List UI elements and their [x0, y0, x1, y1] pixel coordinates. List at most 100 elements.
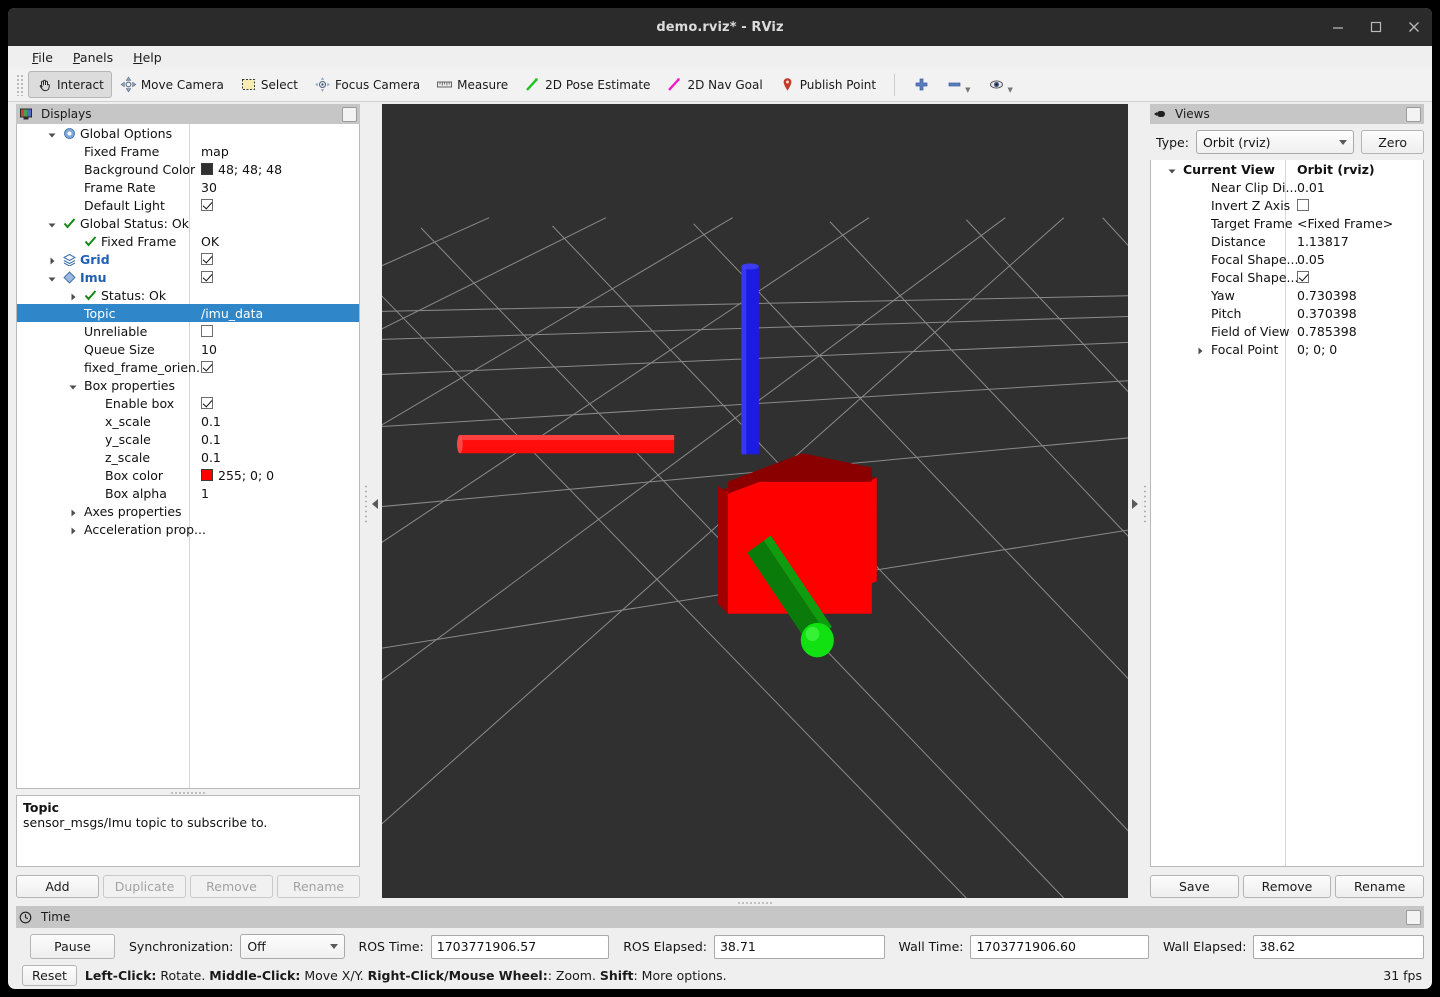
zero-button[interactable]: Zero: [1361, 130, 1424, 154]
tool-2d-nav-goal[interactable]: 2D Nav Goal: [658, 71, 770, 98]
save-view-button[interactable]: Save: [1150, 875, 1239, 898]
tree-row-value[interactable]: 0; 0; 0: [1297, 342, 1337, 357]
tree-row[interactable]: Focal Shape... 0.05: [1151, 250, 1423, 268]
chevron-right-icon[interactable]: [68, 506, 78, 517]
tree-row-value[interactable]: <Fixed Frame>: [1297, 216, 1393, 231]
tree-row[interactable]: Frame Rate 30: [17, 178, 359, 196]
tree-row-value[interactable]: 1: [201, 486, 209, 501]
checkbox[interactable]: [201, 199, 213, 211]
tree-row[interactable]: Queue Size 10: [17, 340, 359, 358]
tool-add-tool[interactable]: [905, 71, 938, 98]
tree-row[interactable]: fixed_frame_orien...: [17, 358, 359, 376]
color-swatch[interactable]: [201, 469, 213, 481]
tree-row[interactable]: Unreliable: [17, 322, 359, 340]
tree-row[interactable]: Imu: [17, 268, 359, 286]
tree-row-value[interactable]: [201, 325, 213, 337]
tree-row-value[interactable]: 0.1: [201, 432, 221, 447]
tool-select[interactable]: Select: [232, 71, 306, 98]
wall-time-input[interactable]: 1703771906.60: [970, 934, 1149, 959]
maximize-icon[interactable]: [1368, 19, 1384, 35]
tree-row[interactable]: Near Clip Di... 0.01: [1151, 178, 1423, 196]
tree-row-value[interactable]: [201, 253, 213, 265]
tree-row-value[interactable]: 0.01: [1297, 180, 1325, 195]
checkbox[interactable]: [201, 361, 213, 373]
tree-row-value[interactable]: 0.785398: [1297, 324, 1357, 339]
tree-row-value[interactable]: map: [201, 144, 229, 159]
toolbar-grip[interactable]: [16, 73, 24, 96]
ros-time-input[interactable]: 1703771906.57: [430, 934, 610, 959]
tree-row-value[interactable]: 0.370398: [1297, 306, 1357, 321]
tree-row[interactable]: Axes properties: [17, 502, 359, 520]
sync-combo[interactable]: Off: [240, 934, 345, 959]
ros-elapsed-input[interactable]: 38.71: [713, 934, 885, 959]
tree-row-value[interactable]: [1297, 199, 1309, 211]
displays-tree[interactable]: Global Options Fixed Frame map Background C…: [16, 124, 360, 789]
tree-row-value[interactable]: 1.13817: [1297, 234, 1349, 249]
close-icon[interactable]: [1406, 19, 1422, 35]
tree-row[interactable]: Focal Point 0; 0; 0: [1151, 340, 1423, 358]
tree-row[interactable]: Box alpha 1: [17, 484, 359, 502]
chevron-down-icon[interactable]: [47, 128, 57, 138]
chevron-down-icon[interactable]: [47, 272, 57, 282]
tool-2d-pose-estimate[interactable]: 2D Pose Estimate: [516, 71, 658, 98]
chevron-down-icon-2[interactable]: ▼: [1007, 86, 1012, 94]
tree-row-value[interactable]: /imu_data: [201, 306, 263, 321]
tree-row[interactable]: y_scale 0.1: [17, 430, 359, 448]
right-splitter-handle[interactable]: [1128, 102, 1150, 906]
tool-move-camera[interactable]: Move Camera: [112, 71, 232, 98]
left-splitter-handle[interactable]: [360, 102, 382, 906]
tree-row[interactable]: z_scale 0.1: [17, 448, 359, 466]
tool-interact[interactable]: Interact: [28, 71, 112, 98]
chevron-down-icon[interactable]: [47, 218, 57, 228]
tree-row[interactable]: Global Options: [17, 124, 359, 142]
tree-row[interactable]: Field of View 0.785398: [1151, 322, 1423, 340]
tool-remove-tool[interactable]: ▼: [938, 71, 980, 98]
tree-row-value[interactable]: [201, 199, 213, 211]
chevron-down-icon[interactable]: [1167, 164, 1177, 174]
tree-row-value[interactable]: 0.1: [201, 414, 221, 429]
checkbox[interactable]: [201, 271, 213, 283]
tool-focus-camera[interactable]: Focus Camera: [306, 71, 428, 98]
tree-row-value[interactable]: OK: [201, 234, 219, 249]
tree-row[interactable]: Pitch 0.370398: [1151, 304, 1423, 322]
tree-row[interactable]: x_scale 0.1: [17, 412, 359, 430]
tree-row[interactable]: Target Frame <Fixed Frame>: [1151, 214, 1423, 232]
tree-row-value[interactable]: 0.1: [201, 450, 221, 465]
checkbox[interactable]: [1297, 199, 1309, 211]
menu-help[interactable]: Help: [123, 48, 172, 67]
tree-row[interactable]: Box properties: [17, 376, 359, 394]
menu-panels[interactable]: Panels: [63, 48, 123, 67]
tree-row-value[interactable]: 0.730398: [1297, 288, 1357, 303]
color-swatch[interactable]: [201, 163, 213, 175]
tree-row-value[interactable]: [1297, 271, 1309, 283]
tree-row[interactable]: Box color 255; 0; 0: [17, 466, 359, 484]
tree-row[interactable]: Background Color 48; 48; 48: [17, 160, 359, 178]
chevron-right-icon[interactable]: [68, 290, 78, 301]
rename-view-button[interactable]: Rename: [1335, 875, 1425, 898]
tree-row[interactable]: Global Status: Ok: [17, 214, 359, 232]
viewport-splitter[interactable]: [382, 898, 1128, 906]
tree-row-value[interactable]: [201, 397, 213, 409]
wall-elapsed-input[interactable]: 38.62: [1253, 934, 1424, 959]
tree-row-value[interactable]: [201, 361, 213, 373]
checkbox[interactable]: [1297, 271, 1309, 283]
tree-row[interactable]: Invert Z Axis: [1151, 196, 1423, 214]
tree-row-value[interactable]: 10: [201, 342, 217, 357]
tree-row[interactable]: Fixed Frame map: [17, 142, 359, 160]
tree-row[interactable]: Distance 1.13817: [1151, 232, 1423, 250]
reset-button[interactable]: Reset: [22, 964, 77, 986]
views-float-button[interactable]: [1406, 106, 1421, 122]
tree-row-value[interactable]: Orbit (rviz): [1297, 162, 1375, 177]
add-button[interactable]: Add: [16, 875, 99, 898]
chevron-right-icon[interactable]: [1195, 344, 1205, 355]
minimize-icon[interactable]: [1330, 19, 1346, 35]
menu-file[interactable]: File: [22, 48, 63, 67]
tree-row-value[interactable]: 255; 0; 0: [201, 468, 274, 483]
tree-row[interactable]: Status: Ok: [17, 286, 359, 304]
tree-row[interactable]: Yaw 0.730398: [1151, 286, 1423, 304]
tree-row-value[interactable]: 48; 48; 48: [201, 162, 282, 177]
tree-row[interactable]: Acceleration prop...: [17, 520, 359, 538]
checkbox[interactable]: [201, 397, 213, 409]
tree-row[interactable]: Focal Shape...: [1151, 268, 1423, 286]
tree-row[interactable]: Current View Orbit (rviz): [1151, 160, 1423, 178]
